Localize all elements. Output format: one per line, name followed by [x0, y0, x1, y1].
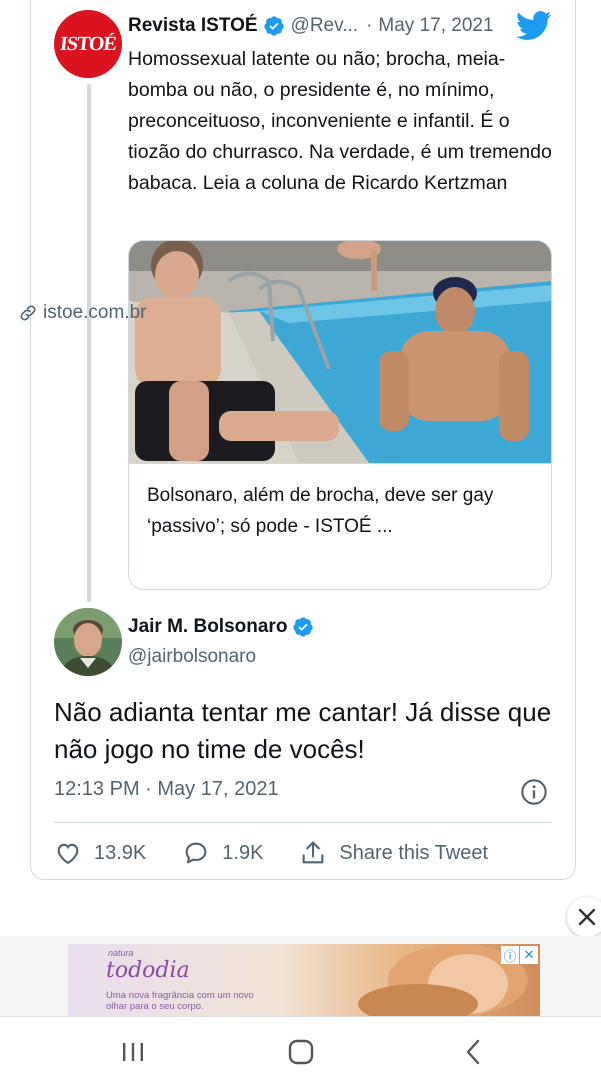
- back-icon[interactable]: [458, 1037, 488, 1067]
- quoted-tweet-text: Homossexual latente ou não; brocha, meia…: [128, 48, 552, 194]
- quoted-tweet-date[interactable]: May 17, 2021: [378, 15, 493, 37]
- recent-apps-icon[interactable]: [118, 1037, 148, 1067]
- jair-handle[interactable]: @jairbolsonaro: [128, 646, 256, 668]
- ad-choices[interactable]: ⓘ ✕: [500, 946, 538, 964]
- link-preview-domain[interactable]: istoe.com.br: [18, 302, 146, 324]
- ad-brand-small: natura: [108, 948, 134, 958]
- tweet-actions: 13.9K 1.9K Share this Tweet: [54, 836, 524, 870]
- verified-badge-icon: [293, 617, 314, 637]
- link-preview-title[interactable]: Bolsonaro, além de brocha, deve ser gay …: [147, 480, 537, 542]
- reply-button[interactable]: 1.9K: [182, 839, 263, 867]
- istoe-avatar[interactable]: ISTOÉ: [54, 10, 122, 78]
- ad-brand: tododia: [106, 958, 190, 983]
- like-button[interactable]: 13.9K: [54, 839, 146, 867]
- jair-author-name-row: Jair M. Bolsonaro: [128, 616, 320, 638]
- ad-tagline: Uma nova fragrância com um novo olhar pa…: [106, 990, 254, 1012]
- link-icon: [20, 305, 36, 321]
- quoted-tweet-header: Revista ISTOÉ @Rev... · May 17, 2021: [128, 11, 558, 41]
- share-button[interactable]: Share this Tweet: [299, 839, 488, 867]
- verified-badge-icon: [263, 16, 284, 36]
- reply-count: 1.9K: [222, 841, 264, 864]
- like-count: 13.9K: [94, 841, 147, 864]
- share-label: Share this Tweet: [339, 841, 489, 864]
- share-upload-icon: [303, 841, 324, 864]
- link-preview-card[interactable]: Bolsonaro, além de brocha, deve ser gay …: [128, 240, 552, 590]
- jair-author-name[interactable]: Jair M. Bolsonaro: [128, 616, 287, 638]
- istoe-author-name[interactable]: Revista ISTOÉ: [128, 15, 258, 37]
- header-separator: ·: [366, 15, 373, 36]
- close-ad-button[interactable]: [567, 897, 601, 937]
- link-preview-image: [129, 241, 551, 463]
- close-icon: [578, 908, 596, 926]
- twitter-bird-icon[interactable]: [516, 11, 552, 41]
- thread-line: [87, 84, 91, 602]
- reply-bubble-icon: [185, 842, 207, 864]
- ad-close-icon[interactable]: ✕: [520, 946, 538, 964]
- istoe-avatar-text: ISTOÉ: [59, 32, 118, 55]
- ad-banner[interactable]: natura tododia Uma nova fragrância com u…: [68, 944, 540, 1016]
- link-preview-body: Bolsonaro, além de brocha, deve ser gay …: [129, 463, 551, 589]
- link-domain-text: istoe.com.br: [43, 302, 147, 323]
- main-tweet-text: Não adianta tentar me cantar! Já disse q…: [54, 697, 552, 764]
- istoe-handle[interactable]: @Rev...: [291, 15, 359, 37]
- divider: [54, 822, 552, 823]
- home-icon[interactable]: [286, 1037, 316, 1067]
- ad-info-icon[interactable]: ⓘ: [501, 946, 519, 964]
- main-tweet-timestamp[interactable]: 12:13 PM · May 17, 2021: [54, 778, 279, 801]
- info-icon[interactable]: [520, 778, 548, 806]
- system-nav-bar: [0, 1016, 601, 1086]
- heart-icon: [57, 843, 79, 865]
- jair-avatar[interactable]: [54, 608, 122, 676]
